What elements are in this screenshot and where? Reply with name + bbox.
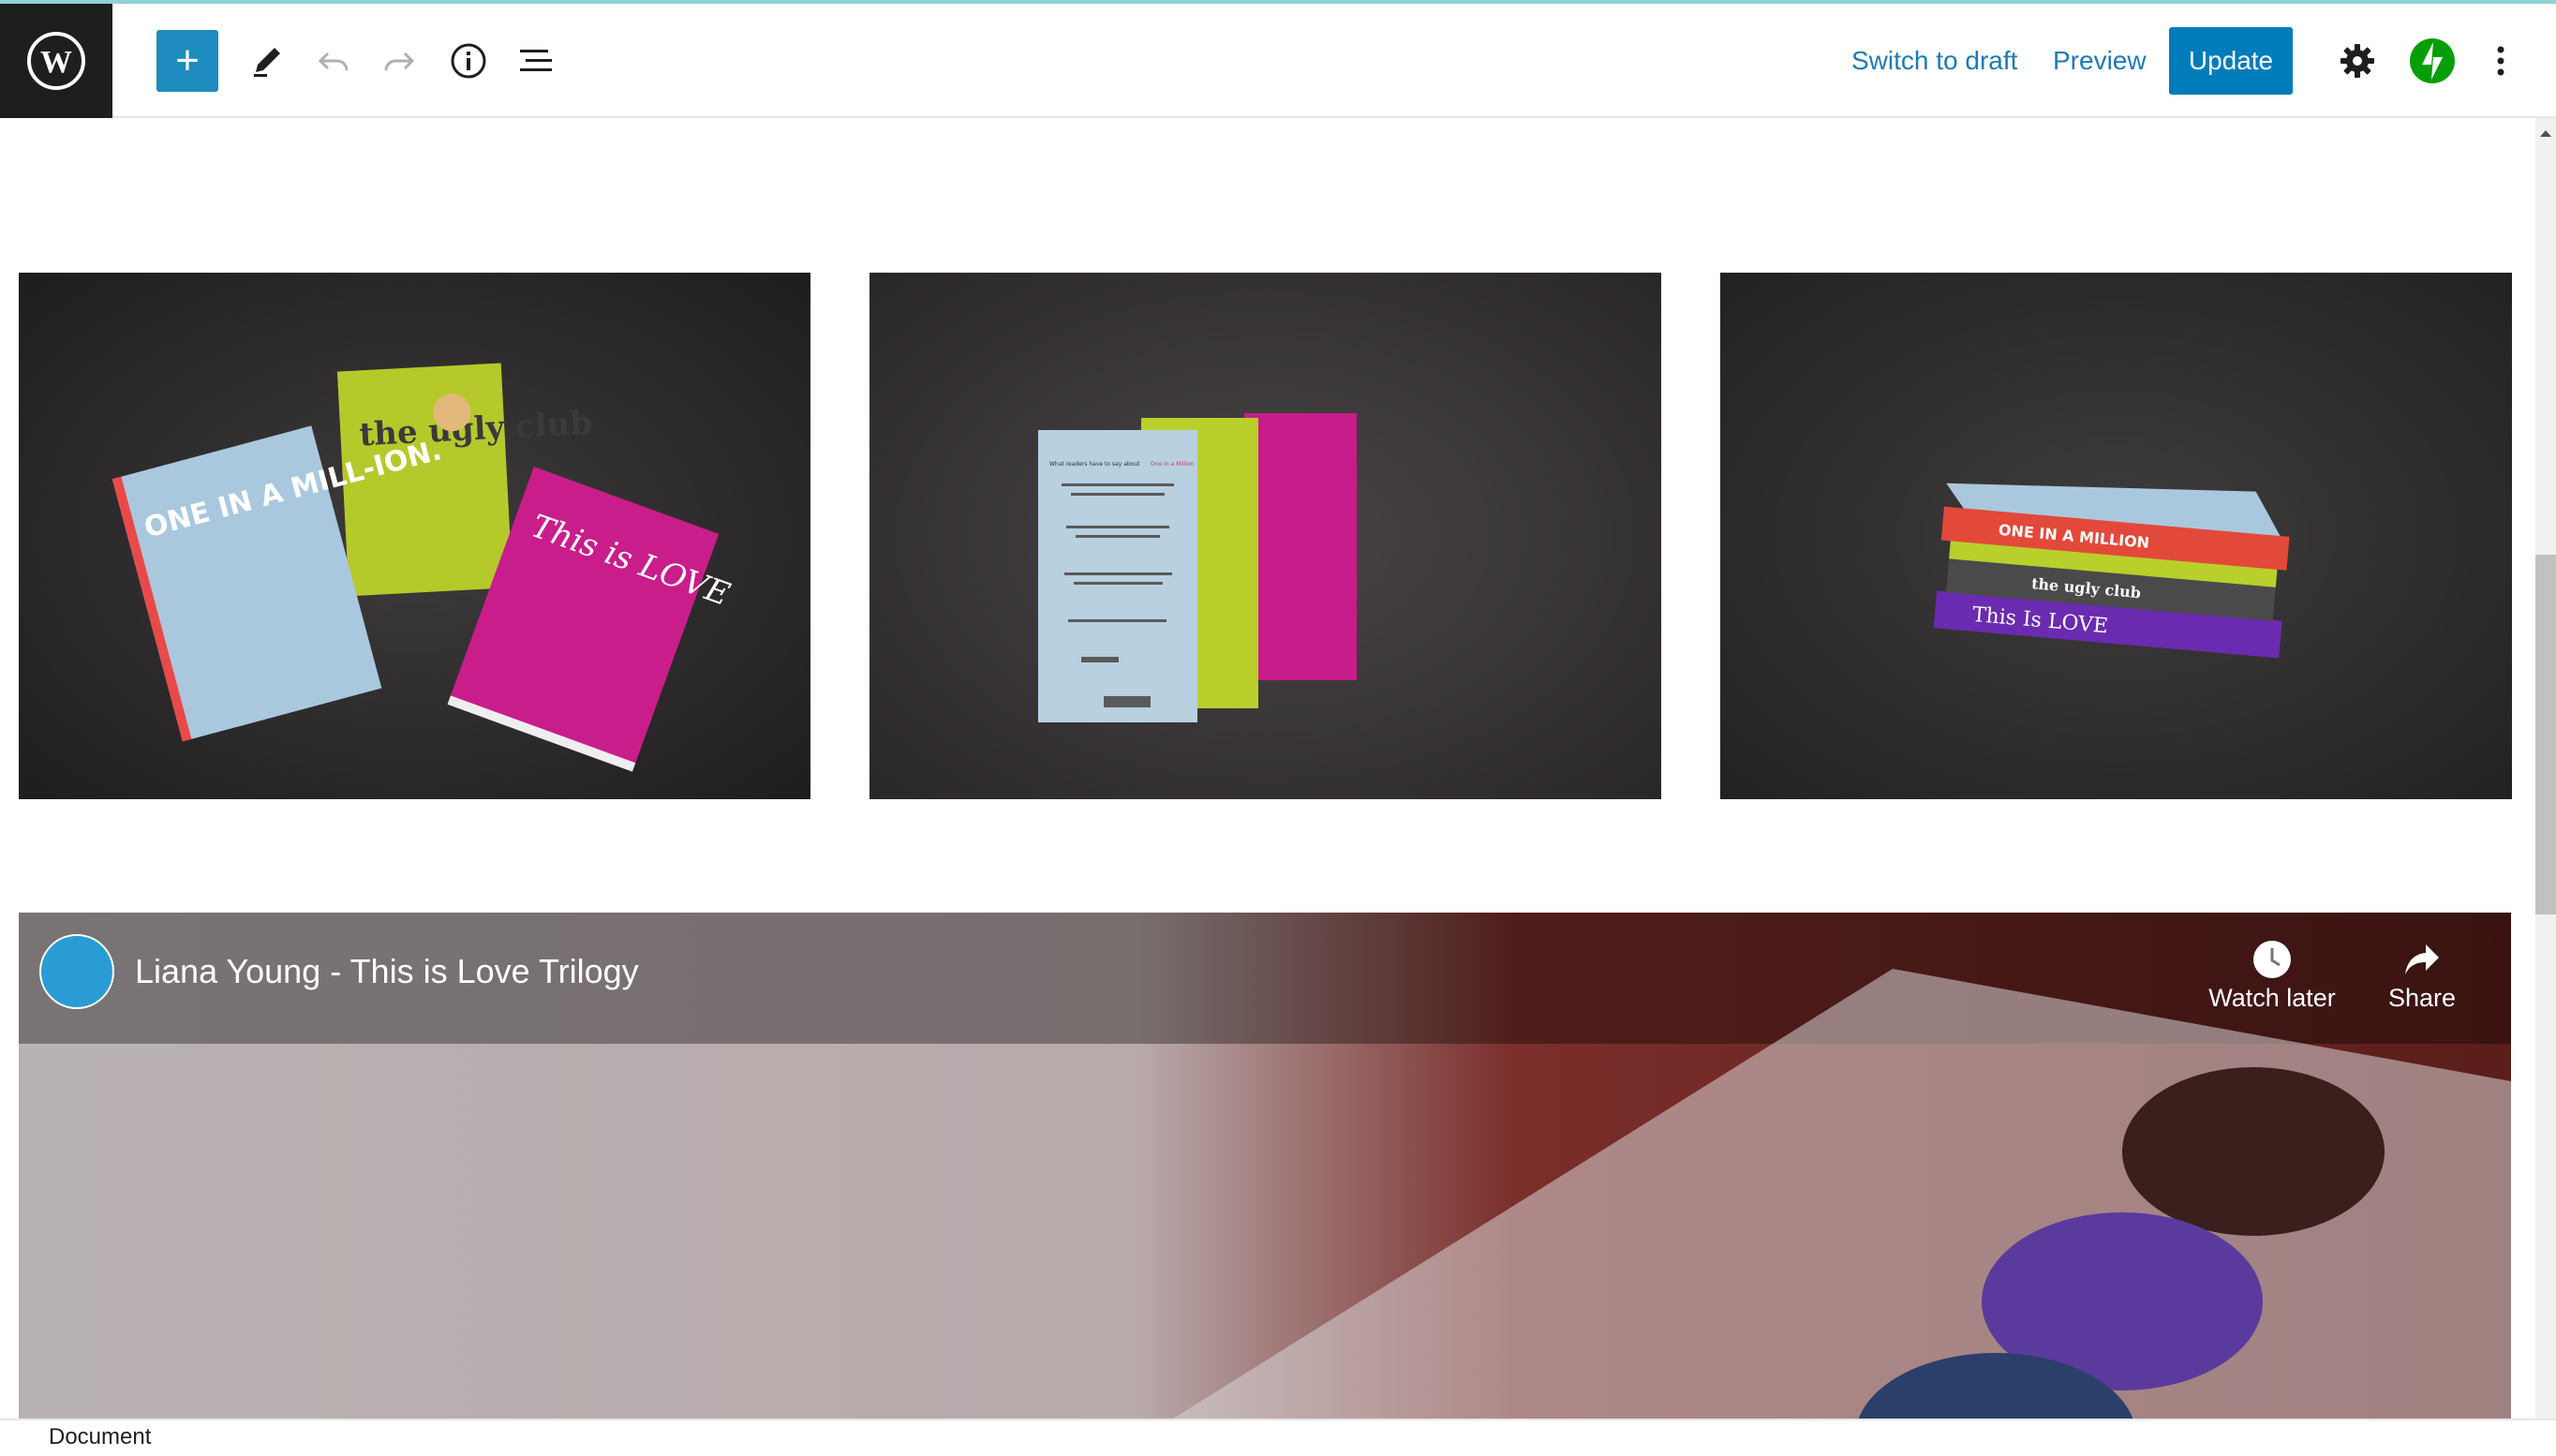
- video-title[interactable]: Liana Young - This is Love Trilogy: [135, 952, 639, 991]
- switch-to-draft-button[interactable]: Switch to draft: [1851, 4, 2017, 118]
- back-cover-heading: What readers have to say about: [1049, 461, 1140, 468]
- settings-button[interactable]: [2337, 4, 2378, 118]
- breadcrumb-document[interactable]: Document: [49, 1424, 151, 1450]
- wordpress-icon: W: [27, 32, 85, 90]
- redo-button[interactable]: [379, 4, 419, 118]
- plus-icon: +: [175, 37, 200, 83]
- back-cover-heading-accent: One in a Million: [1151, 461, 1195, 468]
- list-view-button[interactable]: [515, 4, 557, 118]
- options-button[interactable]: [2487, 4, 2515, 118]
- gear-icon: [2341, 44, 2374, 78]
- share-button[interactable]: Share: [2366, 931, 2478, 1025]
- editor-toolbar: W + Switch to draft Preview Update: [0, 4, 2556, 118]
- preview-button[interactable]: Preview: [2053, 4, 2147, 118]
- gallery-image-three-books[interactable]: the ugly club ONE IN A MILL-ION. This is…: [19, 273, 810, 799]
- scroll-up-arrow-icon: [2540, 130, 2551, 137]
- watch-later-label: Watch later: [2208, 984, 2336, 1012]
- scrollbar-thumb[interactable]: [2535, 555, 2556, 914]
- details-button[interactable]: [448, 4, 489, 118]
- watch-later-button[interactable]: Watch later: [2202, 931, 2342, 1025]
- video-embed[interactable]: Liana Young - This is Love Trilogy Watch…: [19, 913, 2511, 1419]
- more-vertical-icon: [2497, 46, 2504, 76]
- channel-avatar[interactable]: [39, 934, 114, 1009]
- list-view-icon: [520, 50, 552, 71]
- undo-icon: [318, 52, 349, 71]
- update-button[interactable]: Update: [2169, 27, 2293, 95]
- share-icon: [2405, 944, 2439, 974]
- undo-button[interactable]: [314, 4, 353, 118]
- gallery-image-book-backs[interactable]: What readers have to say about One in a …: [869, 273, 1661, 799]
- block-breadcrumb-bar: Document: [0, 1419, 2556, 1456]
- wordpress-logo-button[interactable]: W: [0, 4, 112, 118]
- svg-text:W: W: [40, 45, 72, 80]
- editor-canvas: the ugly club ONE IN A MILL-ION. This is…: [0, 118, 2535, 1419]
- jetpack-button[interactable]: [2408, 4, 2457, 118]
- tools-button[interactable]: [244, 4, 290, 118]
- clock-icon: [2253, 941, 2291, 978]
- share-label: Share: [2387, 984, 2457, 1012]
- gallery-image-book-stack[interactable]: This Is LOVE the ugly club ONE IN A MILL…: [1720, 273, 2512, 799]
- redo-icon: [384, 52, 415, 71]
- jetpack-icon: [2410, 38, 2455, 83]
- pencil-icon: [254, 48, 280, 77]
- info-icon: [451, 43, 486, 79]
- add-block-button[interactable]: +: [156, 4, 218, 118]
